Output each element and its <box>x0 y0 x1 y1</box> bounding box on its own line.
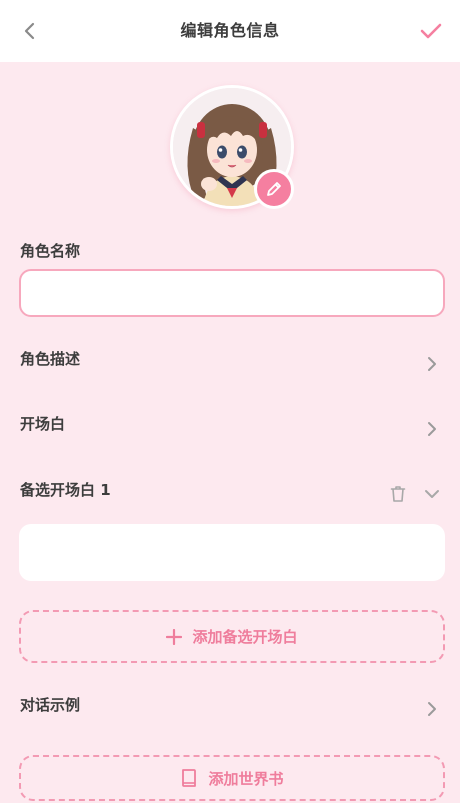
delete-alt-greeting-button[interactable] <box>388 484 408 504</box>
add-alt-greeting-button[interactable]: 添加备选开场白 <box>19 610 445 663</box>
pencil-icon <box>267 182 281 196</box>
add-alt-greeting-label: 添加备选开场白 <box>192 628 298 646</box>
chevron-right-icon <box>428 357 436 371</box>
alt-greeting-textarea[interactable] <box>19 524 445 581</box>
chevron-right-icon <box>428 702 436 716</box>
top-bar: 编辑角色信息 <box>0 0 460 62</box>
name-label: 角色名称 <box>20 242 81 260</box>
plus-icon <box>166 628 183 645</box>
alt-greeting-collapse-chevron[interactable] <box>422 484 442 504</box>
trash-icon <box>390 486 406 502</box>
page-title: 编辑角色信息 <box>180 21 280 40</box>
description-label: 角色描述 <box>20 350 81 368</box>
greeting-label: 开场白 <box>20 415 66 433</box>
dialogue-example-label: 对话示例 <box>20 696 81 714</box>
name-input[interactable] <box>19 269 445 317</box>
dialogue-example-chevron[interactable] <box>422 699 442 719</box>
alt-greeting-label: 备选开场白 1 <box>20 481 111 499</box>
chevron-down-icon <box>425 490 439 498</box>
avatar-section <box>170 85 294 209</box>
check-icon <box>420 23 442 39</box>
add-worldbook-label: 添加世界书 <box>208 769 284 788</box>
add-worldbook-button[interactable]: 添加世界书 <box>19 755 445 801</box>
edit-avatar-button[interactable] <box>254 169 294 209</box>
chevron-right-icon <box>428 422 436 436</box>
confirm-button[interactable] <box>416 16 446 46</box>
book-icon <box>180 768 198 788</box>
greeting-chevron[interactable] <box>422 419 442 439</box>
description-chevron[interactable] <box>422 354 442 374</box>
